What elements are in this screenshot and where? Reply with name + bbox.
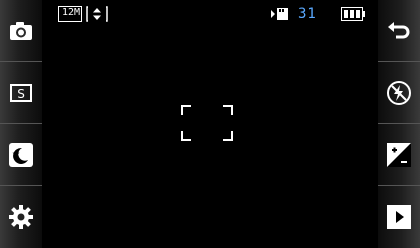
image-stabilizer-icon [86,6,108,22]
right-toolbar [378,0,420,248]
focus-frame [181,105,233,141]
svg-text:S: S [17,87,25,101]
night-mode-icon [9,142,33,167]
storage-indicator: 31 [270,5,317,23]
battery-icon [341,7,365,21]
resolution-indicator: 12M [58,5,82,23]
back-icon [388,21,410,38]
resolution-icon: 12M [58,6,82,22]
battery-indicator [341,5,365,23]
resolution-label: 12M [62,7,81,18]
left-toolbar: S [0,0,42,248]
gallery-button[interactable] [378,186,420,248]
memory-card-icon [271,8,288,20]
camera-mode-icon [10,21,32,40]
scene-mode-button[interactable]: S [0,62,42,124]
exposure-compensation-icon [387,142,411,167]
flash-off-icon [387,80,411,105]
flash-button[interactable] [378,62,420,124]
settings-gear-icon [9,205,33,229]
night-mode-button[interactable] [0,124,42,186]
stabilizer-indicator [86,5,108,23]
settings-button[interactable] [0,186,42,248]
gallery-play-icon [387,205,411,229]
camera-mode-button[interactable] [0,0,42,62]
scene-mode-icon: S [10,83,32,102]
back-button[interactable] [378,0,420,62]
shots-remaining: 31 [298,6,317,22]
exposure-button[interactable] [378,124,420,186]
